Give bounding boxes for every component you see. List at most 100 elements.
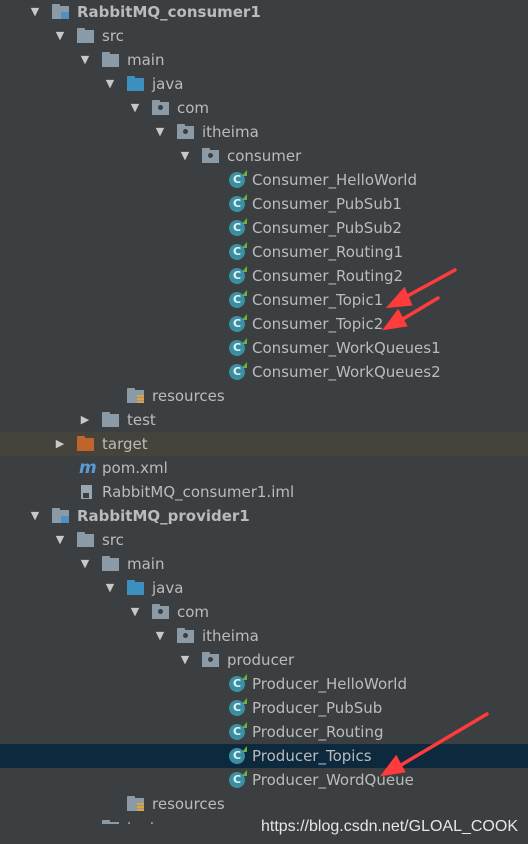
main-folder-row[interactable]: ▼ main [0,552,528,576]
collapse-arrow-icon[interactable]: ▶ [53,432,67,456]
file-label: RabbitMQ_consumer1.iml [102,483,295,501]
java-folder-row[interactable]: ▼ java [0,576,528,600]
class-row-selected[interactable]: C Producer_Topics [0,744,528,768]
module-folder-icon [52,4,69,19]
com-package-row[interactable]: ▼ com [0,96,528,120]
class-label: Consumer_WorkQueues1 [252,339,441,357]
class-row[interactable]: C Producer_Routing [0,720,528,744]
java-class-icon: C [229,746,247,764]
folder-label: src [102,531,124,549]
class-row[interactable]: C Consumer_WorkQueues2 [0,360,528,384]
resources-folder-row[interactable]: resources [0,792,528,816]
target-folder-row[interactable]: ▶ target [0,432,528,456]
folder-label: resources [152,795,225,813]
package-label: itheima [202,627,259,645]
java-class-icon: C [229,194,247,212]
class-row[interactable]: C Producer_HelloWorld [0,672,528,696]
java-class-icon: C [229,266,247,284]
folder-label: main [127,555,165,573]
class-label: Consumer_WorkQueues2 [252,363,441,381]
java-class-icon: C [229,338,247,356]
src-folder-row[interactable]: ▼ src [0,24,528,48]
java-class-icon: C [229,170,247,188]
collapse-arrow-icon[interactable]: ▶ [78,408,92,432]
class-row[interactable]: C Consumer_Topic2 [0,312,528,336]
expand-arrow-icon[interactable]: ▼ [128,96,142,120]
package-icon [152,100,169,115]
resources-folder-row[interactable]: resources [0,384,528,408]
test-folder-row[interactable]: ▶ test [0,408,528,432]
package-icon [202,148,219,163]
folder-icon [102,52,119,67]
folder-label: src [102,27,124,45]
expand-arrow-icon[interactable]: ▼ [28,504,42,528]
package-icon [177,628,194,643]
java-class-icon: C [229,314,247,332]
class-label: Consumer_Routing1 [252,243,404,261]
consumer-package-row[interactable]: ▼ consumer [0,144,528,168]
java-class-icon: C [229,698,247,716]
expand-arrow-icon[interactable]: ▼ [128,600,142,624]
main-folder-row[interactable]: ▼ main [0,48,528,72]
itheima-package-row[interactable]: ▼ itheima [0,624,528,648]
package-icon [177,124,194,139]
class-row[interactable]: C Consumer_Topic1 [0,288,528,312]
src-folder-row[interactable]: ▼ src [0,528,528,552]
java-class-icon: C [229,770,247,788]
pom-file-row[interactable]: m pom.xml [0,456,528,480]
project-tree: ▼ RabbitMQ_consumer1 ▼ src ▼ main ▼ java… [0,0,528,824]
collapse-arrow-icon[interactable]: ▶ [78,816,92,824]
class-row[interactable]: C Consumer_PubSub2 [0,216,528,240]
folder-label: test [127,411,156,429]
java-class-icon: C [229,674,247,692]
class-row[interactable]: C Producer_PubSub [0,696,528,720]
class-row[interactable]: C Consumer_HelloWorld [0,168,528,192]
expand-arrow-icon[interactable]: ▼ [78,552,92,576]
module-label: RabbitMQ_provider1 [77,507,250,525]
package-icon [202,652,219,667]
module-consumer-row[interactable]: ▼ RabbitMQ_consumer1 [0,0,528,24]
java-class-icon: C [229,218,247,236]
expand-arrow-icon[interactable]: ▼ [103,72,117,96]
class-label: Consumer_HelloWorld [252,171,417,189]
class-label: Producer_HelloWorld [252,675,407,693]
itheima-package-row[interactable]: ▼ itheima [0,120,528,144]
package-label: com [177,603,210,621]
expand-arrow-icon[interactable]: ▼ [178,648,192,672]
class-row[interactable]: C Consumer_WorkQueues1 [0,336,528,360]
expand-arrow-icon[interactable]: ▼ [153,624,167,648]
folder-label: main [127,51,165,69]
producer-package-row[interactable]: ▼ producer [0,648,528,672]
iml-file-icon [81,485,92,499]
java-folder-row[interactable]: ▼ java [0,72,528,96]
folder-label: java [152,579,184,597]
java-class-icon: C [229,290,247,308]
source-folder-icon [127,580,144,595]
class-row[interactable]: C Producer_WordQueue [0,768,528,792]
iml-file-row[interactable]: RabbitMQ_consumer1.iml [0,480,528,504]
folder-label: test [127,816,156,824]
folder-icon [102,820,119,824]
class-label: Producer_WordQueue [252,771,414,789]
java-class-icon: C [229,722,247,740]
class-label: Consumer_Routing2 [252,267,404,285]
class-label: Consumer_PubSub2 [252,219,402,237]
expand-arrow-icon[interactable]: ▼ [178,144,192,168]
expand-arrow-icon[interactable]: ▼ [53,528,67,552]
expand-arrow-icon[interactable]: ▼ [78,48,92,72]
package-label: itheima [202,123,259,141]
class-row[interactable]: C Consumer_Routing2 [0,264,528,288]
class-row[interactable]: C Consumer_PubSub1 [0,192,528,216]
source-folder-icon [127,76,144,91]
expand-arrow-icon[interactable]: ▼ [153,120,167,144]
expand-arrow-icon[interactable]: ▼ [53,24,67,48]
java-class-icon: C [229,242,247,260]
expand-arrow-icon[interactable]: ▼ [28,0,42,24]
folder-icon [77,532,94,547]
expand-arrow-icon[interactable]: ▼ [103,576,117,600]
class-row[interactable]: C Consumer_Routing1 [0,240,528,264]
com-package-row[interactable]: ▼ com [0,600,528,624]
class-label: Consumer_PubSub1 [252,195,402,213]
module-provider-row[interactable]: ▼ RabbitMQ_provider1 [0,504,528,528]
package-label: producer [227,651,295,669]
